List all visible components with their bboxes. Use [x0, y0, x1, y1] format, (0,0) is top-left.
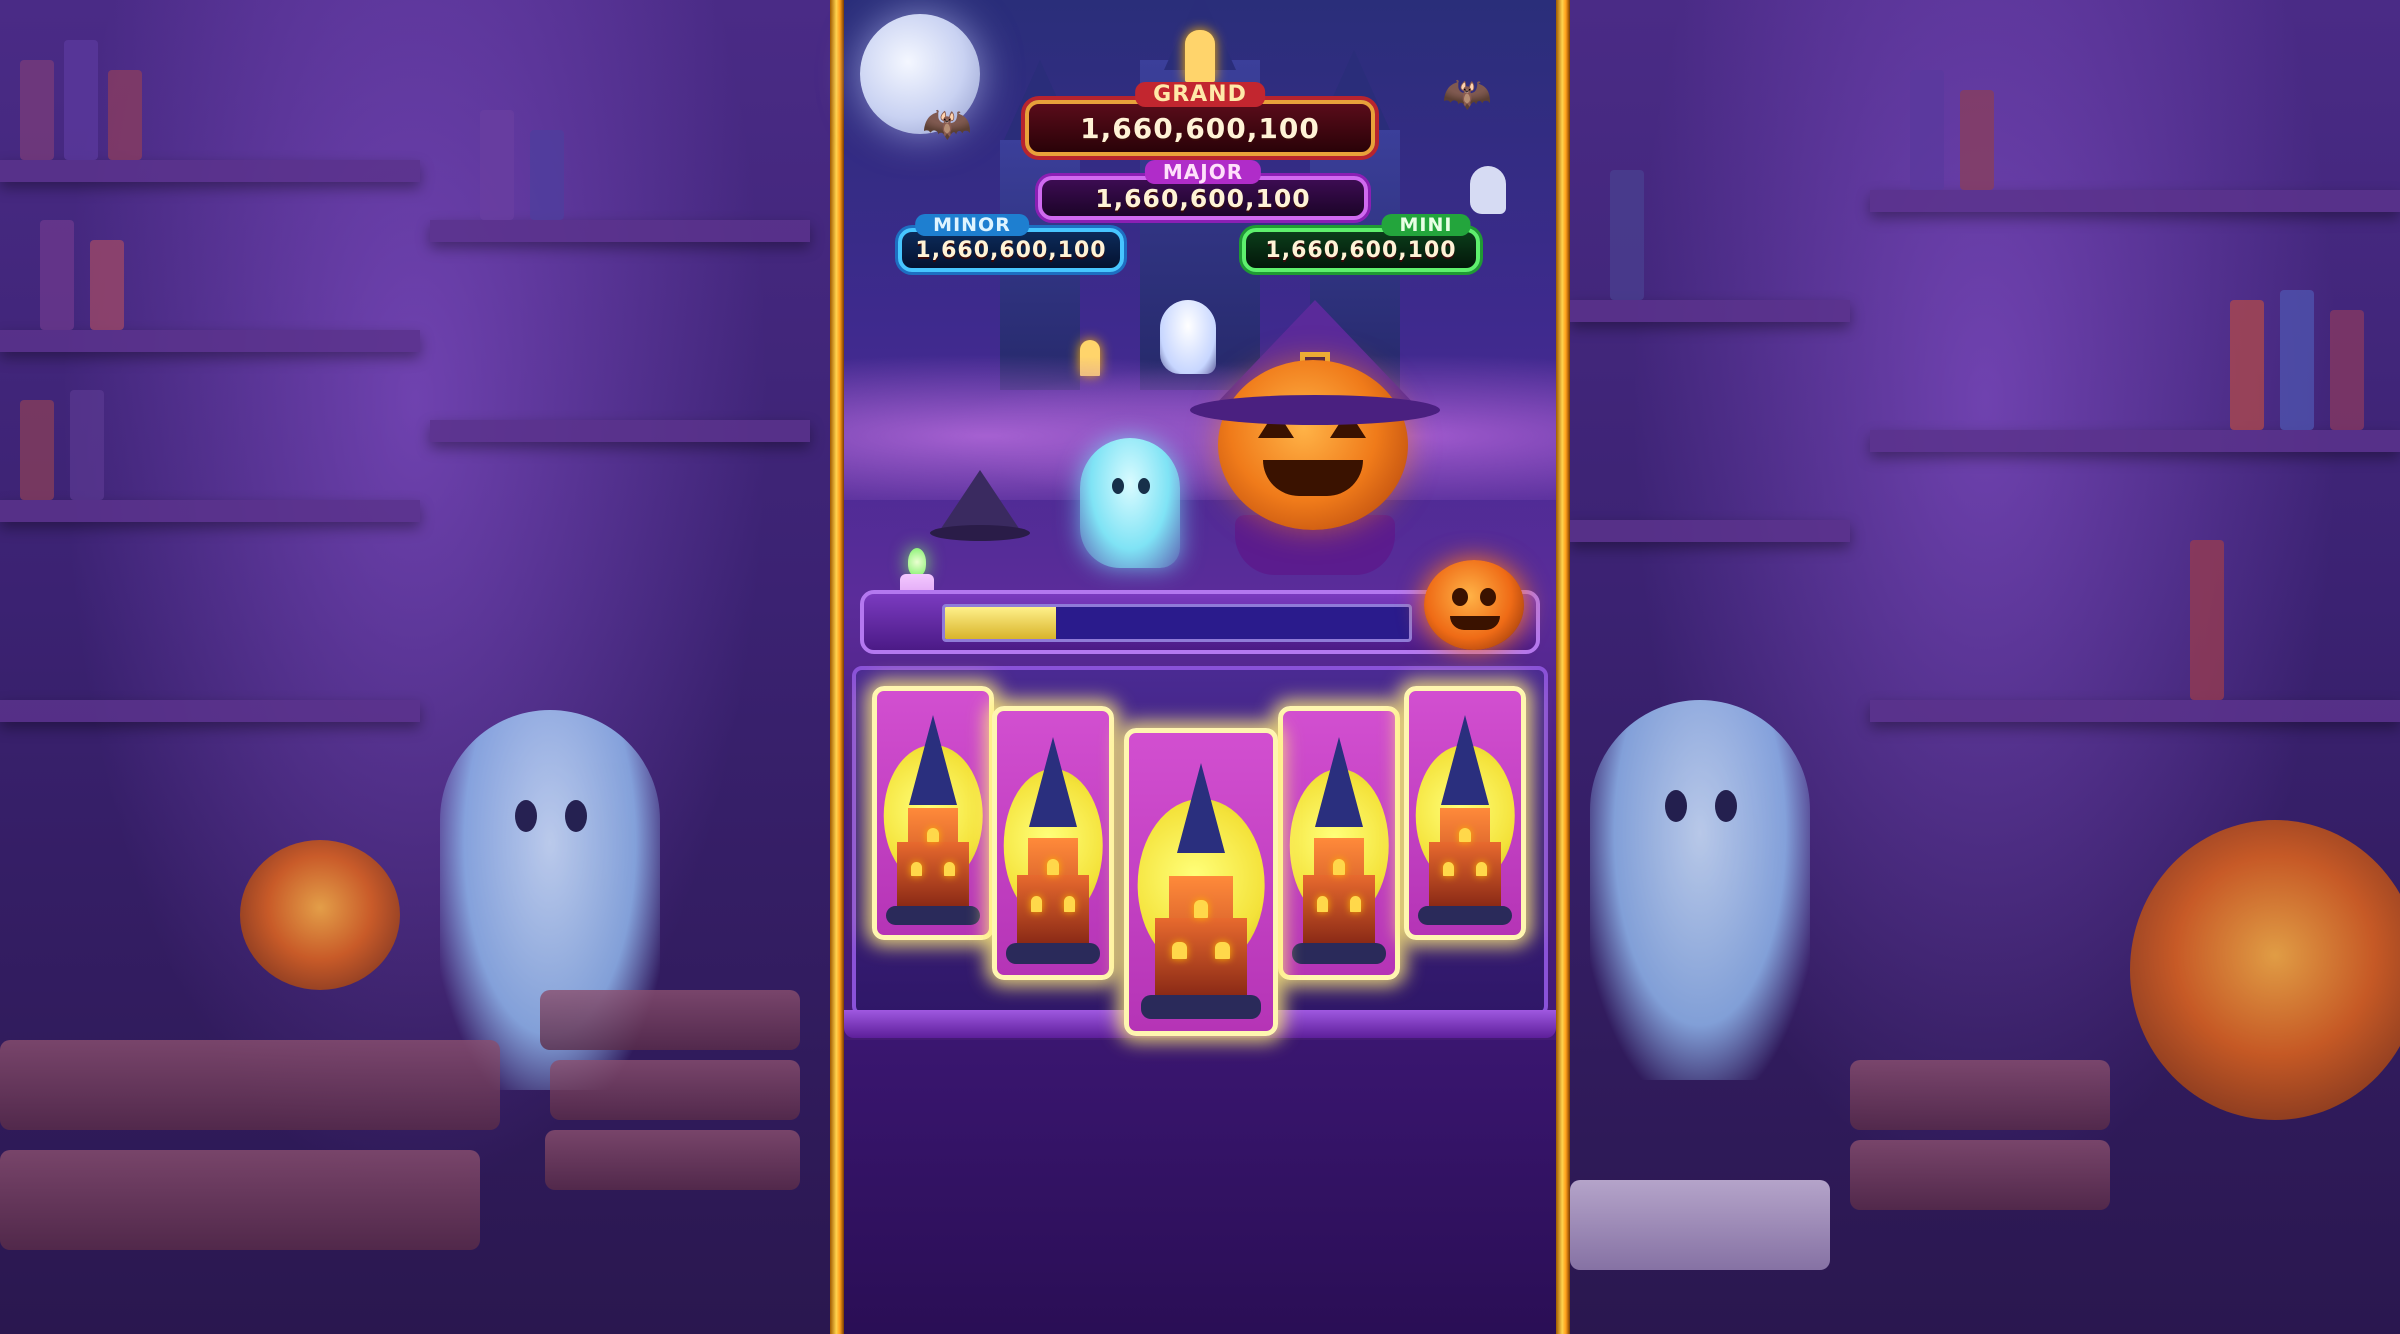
grand-jackpot-value: 1,660,600,100	[1080, 111, 1320, 145]
book	[90, 240, 124, 330]
book	[2190, 540, 2224, 700]
minor-jackpot: MINOR 1,660,600,100	[898, 214, 1124, 272]
book	[20, 60, 54, 160]
mini-jackpot: MINI 1,660,600,100	[1242, 214, 1480, 272]
book-stack	[1850, 1140, 2110, 1210]
ghost-character	[1080, 438, 1180, 568]
ghost-icon	[1160, 300, 1216, 374]
open-book	[1570, 1180, 1830, 1270]
book-stack	[540, 990, 800, 1050]
castle-symbol	[1124, 728, 1278, 1036]
book	[40, 220, 74, 330]
mini-jackpot-value: 1,660,600,100	[1265, 237, 1457, 263]
slot-game-panel: 🦇 🦇 GRAND 1,660,600,100 MAJOR 1,660,600,…	[830, 0, 1570, 1334]
bonus-progress-bar	[942, 604, 1412, 642]
major-jackpot-value: 1,660,600,100	[1095, 183, 1311, 213]
castle-symbol	[1278, 706, 1400, 980]
castle-symbol	[1404, 686, 1526, 940]
jack-o-lantern-icon	[240, 840, 400, 990]
bookshelf	[0, 500, 420, 522]
bookshelf	[1870, 700, 2400, 722]
lower-panel	[844, 1040, 1556, 1334]
bookshelf	[1870, 190, 2400, 212]
bonus-progress-fill	[945, 607, 1057, 639]
background-right-library	[1570, 0, 2400, 1334]
bat-icon: 🦇	[922, 101, 972, 147]
book	[1610, 170, 1644, 300]
bookshelf	[1870, 430, 2400, 452]
castle-symbol	[872, 686, 994, 940]
gold-frame-right	[1556, 0, 1570, 1334]
book-stack	[545, 1130, 800, 1190]
book	[2330, 310, 2364, 430]
book	[1960, 90, 1994, 190]
minor-jackpot-label: MINOR	[915, 214, 1029, 236]
book	[64, 40, 98, 160]
ghost-icon	[1590, 700, 1810, 1080]
bookshelf	[0, 700, 420, 722]
witch-hat-icon	[940, 470, 1020, 530]
bookshelf	[1570, 520, 1850, 542]
castle-symbol	[992, 706, 1114, 980]
bat-icon: 🦇	[1442, 71, 1492, 117]
grand-jackpot-label: GRAND	[1135, 82, 1265, 107]
book	[1910, 70, 1944, 190]
grand-jackpot: GRAND 1,660,600,100	[1025, 82, 1375, 156]
background-left-library	[0, 0, 830, 1334]
bookshelf	[430, 220, 810, 242]
book-stack	[550, 1060, 800, 1120]
witch-hat-brim	[930, 525, 1030, 541]
major-jackpot: MAJOR 1,660,600,100	[1038, 160, 1368, 220]
book-stack	[0, 1040, 500, 1130]
bookshelf	[0, 160, 420, 182]
book	[20, 400, 54, 500]
book-stack	[0, 1150, 480, 1250]
gold-frame-left	[830, 0, 844, 1334]
book	[70, 390, 104, 500]
book	[530, 130, 564, 220]
ghost-icon	[1470, 166, 1506, 214]
book	[480, 110, 514, 220]
jack-o-lantern-icon	[2130, 820, 2400, 1120]
pumpkin-character	[1218, 360, 1408, 530]
book-stack	[1850, 1060, 2110, 1130]
bookshelf	[0, 330, 420, 352]
candle-flame	[908, 548, 926, 576]
bookshelf	[430, 420, 810, 442]
major-jackpot-label: MAJOR	[1144, 160, 1262, 184]
minor-jackpot-value: 1,660,600,100	[915, 237, 1107, 263]
bookshelf	[1570, 300, 1850, 322]
book	[2280, 290, 2314, 430]
witch-hat-brim	[1190, 395, 1440, 425]
flaming-pumpkin-icon[interactable]	[1424, 560, 1524, 650]
book	[2230, 300, 2264, 430]
mini-jackpot-label: MINI	[1381, 214, 1471, 236]
book	[108, 70, 142, 160]
